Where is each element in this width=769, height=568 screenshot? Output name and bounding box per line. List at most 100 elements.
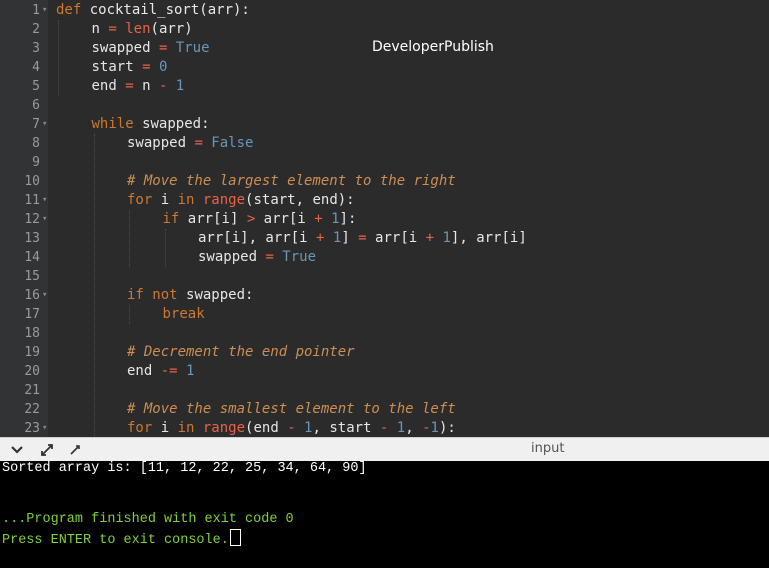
console-output-line: Sorted array is: [11, 12, 22, 25, 34, 64… xyxy=(2,461,367,476)
console-prompt: Press ENTER to exit console. xyxy=(2,533,229,548)
code-token: = xyxy=(158,40,176,56)
code-line[interactable]: 15 xyxy=(0,267,769,286)
code-token: swapped: xyxy=(186,287,254,303)
fold-arrow-icon[interactable]: ▾ xyxy=(42,210,47,229)
line-number: 19 xyxy=(24,345,40,360)
fold-arrow-icon[interactable]: ▾ xyxy=(42,1,47,20)
indent-guide xyxy=(93,134,95,437)
code-line[interactable]: 19 # Decrement the end pointer xyxy=(0,343,769,362)
fold-arrow-icon[interactable]: ▾ xyxy=(42,286,47,305)
code-token: # Decrement the end pointer xyxy=(127,344,355,360)
code-line[interactable]: 9 xyxy=(0,153,769,172)
code-line[interactable]: 23 ▾ for i in range(end - 1, start - 1, -1… xyxy=(0,419,769,437)
code-token: n xyxy=(91,21,109,37)
code-token: 1 xyxy=(331,211,340,227)
code-line[interactable]: 5 end = n - 1 xyxy=(0,77,769,96)
line-number: 4 xyxy=(32,60,40,75)
code-token: ] xyxy=(341,230,359,246)
code-token: ]: xyxy=(339,211,357,227)
code-text: # Decrement the end pointer xyxy=(127,343,355,362)
fold-arrow-icon[interactable]: ▾ xyxy=(42,115,47,134)
input-tab-label[interactable]: input xyxy=(531,441,564,456)
line-number: 14 xyxy=(24,250,40,265)
code-token: in xyxy=(177,420,203,436)
code-token: = xyxy=(194,135,212,151)
code-text: def cocktail_sort(arr): xyxy=(56,1,250,20)
code-token: - xyxy=(158,78,176,94)
line-number: 10 xyxy=(24,174,40,189)
code-line[interactable]: 1 ▾ def cocktail_sort(arr): xyxy=(0,1,769,20)
code-line[interactable]: 16 ▾ if not swapped: xyxy=(0,286,769,305)
code-token: 1 xyxy=(442,230,451,246)
code-token: False xyxy=(211,135,254,151)
code-editor[interactable]: 1 ▾ def cocktail_sort(arr): 2 n = len(arr) 3 s… xyxy=(0,0,769,437)
code-token: - xyxy=(287,420,305,436)
settings-icon[interactable] xyxy=(66,442,84,458)
line-number: 13 xyxy=(24,231,40,246)
chevron-down-icon[interactable] xyxy=(8,442,26,458)
code-token: arr[i], arr[i xyxy=(198,230,317,246)
fold-arrow-icon[interactable]: ▾ xyxy=(42,419,47,437)
code-token: (end xyxy=(245,420,288,436)
code-line[interactable]: 21 xyxy=(0,381,769,400)
line-number: 6 xyxy=(32,98,40,113)
code-token: for xyxy=(127,420,161,436)
code-token: i xyxy=(160,192,178,208)
line-number: 21 xyxy=(24,383,40,398)
code-line[interactable]: 10 # Move the largest element to the righ… xyxy=(0,172,769,191)
output-console[interactable]: Sorted array is: [11, 12, 22, 25, 34, 64… xyxy=(0,461,769,568)
code-line[interactable]: 8 swapped = False xyxy=(0,134,769,153)
code-token: + xyxy=(425,230,443,246)
code-token: swapped: xyxy=(142,116,210,132)
code-token: (arr) xyxy=(150,21,193,37)
code-token: 1 xyxy=(396,420,406,436)
code-token: - xyxy=(379,420,397,436)
line-number: 8 xyxy=(32,136,40,151)
code-line[interactable]: 2 n = len(arr) xyxy=(0,20,769,39)
line-number: 16 xyxy=(24,288,40,303)
code-text: break xyxy=(163,305,205,324)
code-line[interactable]: 12 ▾ if arr[i] > arr[i + 1]: xyxy=(0,210,769,229)
code-token: arr[i] xyxy=(187,211,247,227)
code-line[interactable]: 11 ▾ for i in range(start, end): xyxy=(0,191,769,210)
code-text: swapped = True xyxy=(92,39,210,58)
code-token: len xyxy=(125,21,151,37)
code-token: for xyxy=(127,192,161,208)
code-token: ): xyxy=(438,420,456,436)
code-text: swapped = False xyxy=(127,134,253,153)
code-token: n xyxy=(142,78,159,94)
code-line[interactable]: 4 start = 0 xyxy=(0,58,769,77)
indent-guide xyxy=(58,20,59,96)
code-text: if arr[i] > arr[i + 1]: xyxy=(163,210,357,229)
code-line[interactable]: 7 ▾ while swapped: xyxy=(0,115,769,134)
expand-icon[interactable] xyxy=(38,442,56,458)
code-line[interactable]: 17 break xyxy=(0,305,769,324)
code-text: for i in range(start, end): xyxy=(127,191,355,210)
code-token: swapped xyxy=(91,40,159,56)
code-line[interactable]: 6 xyxy=(0,96,769,115)
code-token: arr[i xyxy=(263,211,315,227)
code-token: 1 xyxy=(430,420,439,436)
code-token: end xyxy=(91,78,126,94)
console-exit-status: ...Program finished with exit code 0 xyxy=(2,512,294,527)
code-line[interactable]: 22 # Move the smallest element to the lef… xyxy=(0,400,769,419)
fold-arrow-icon[interactable]: ▾ xyxy=(42,191,47,210)
code-token: # Move the smallest element to the left xyxy=(127,401,456,417)
code-line[interactable]: 18 xyxy=(0,324,769,343)
code-token: swapped xyxy=(198,249,266,265)
code-token: = xyxy=(125,78,143,94)
code-line[interactable]: 20 end -= 1 xyxy=(0,362,769,381)
code-text: # Move the largest element to the right xyxy=(127,172,456,191)
code-token: = xyxy=(265,249,283,265)
line-number: 7 xyxy=(32,117,40,132)
line-number: 3 xyxy=(32,41,40,56)
code-token: 1 xyxy=(175,78,185,94)
code-text: for i in range(end - 1, start - 1, -1): xyxy=(127,419,456,437)
code-token: range xyxy=(202,192,246,208)
code-text: start = 0 xyxy=(92,58,168,77)
code-text: n = len(arr) xyxy=(92,20,193,39)
code-line[interactable]: 14 swapped = True xyxy=(0,248,769,267)
indent-guide xyxy=(129,210,130,267)
line-number: 23 xyxy=(24,421,40,436)
code-line[interactable]: 13 arr[i], arr[i + 1] = arr[i + 1], arr[i… xyxy=(0,229,769,248)
